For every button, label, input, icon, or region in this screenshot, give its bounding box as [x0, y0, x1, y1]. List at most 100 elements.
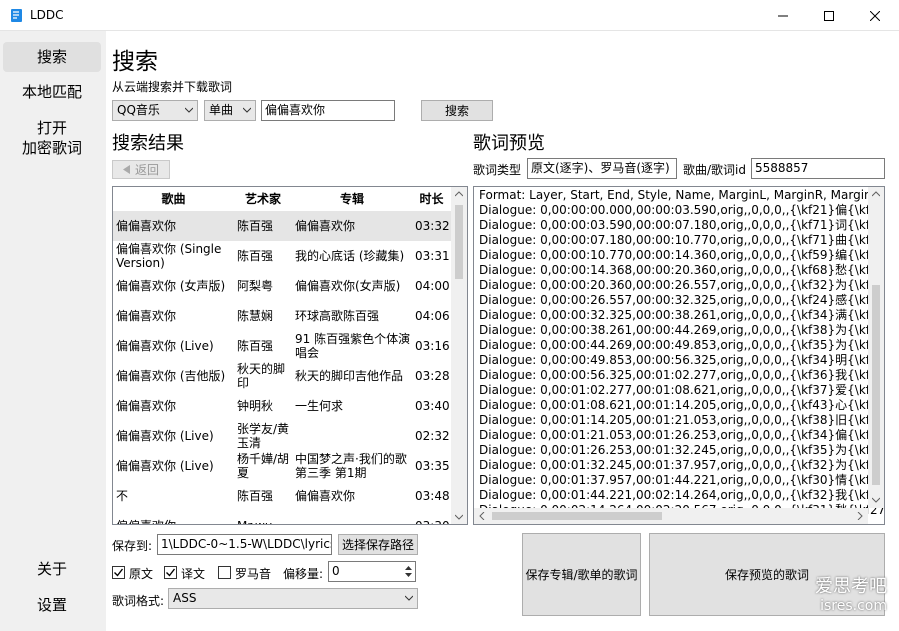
watermark-line1: 爱思考吧	[815, 576, 887, 597]
type-select[interactable]: 单曲	[204, 100, 256, 121]
lyric-type-label: 歌词类型	[473, 163, 522, 177]
sidebar-item-about[interactable]: 关于	[3, 559, 101, 581]
save-path-input[interactable]: 1\LDDC-0~1.5-W\LDDC\lyrics	[157, 534, 332, 555]
results-scroll-thumb[interactable]	[455, 205, 463, 279]
sidebar-item-encrypted-label: 加密歌词	[21, 139, 82, 157]
source-select[interactable]: QQ音乐	[112, 100, 198, 121]
translation-checkbox-label: 译文	[181, 567, 206, 581]
lyric-line: Dialogue: 0,00:01:32.245,00:01:37.957,or…	[479, 458, 885, 472]
original-checkbox[interactable]	[112, 566, 125, 579]
lyric-line: Dialogue: 0,00:01:02.277,00:01:08.621,or…	[479, 383, 885, 397]
table-row[interactable]: 偏偏喜欢你 (Live) 陈百强 91 陈百强紫色个体演唱会 03:16	[113, 331, 451, 361]
table-row[interactable]: 偏偏喜欢你 陈慧娴 环球高歌陈百强 04:06	[113, 301, 451, 331]
table-row[interactable]: 偏偏喜欢你 (吉他版) 秋天的脚印 秋天的脚印吉他作品 03:28	[113, 361, 451, 391]
minimize-icon	[778, 15, 788, 16]
cell-album: 偏偏喜欢你(女声版)	[295, 279, 401, 293]
sidebar-item-open-encrypted[interactable]: 打开 加密歌词	[3, 118, 101, 162]
column-header-album[interactable]: 专辑	[292, 187, 413, 212]
romaji-checkbox[interactable]	[218, 566, 231, 579]
cell-song: 偏偏喜欢你 (Live)	[116, 339, 214, 353]
table-row[interactable]: 偏偏喜欢你 (女声版) 阿梨粤 偏偏喜欢你(女声版) 04:00	[113, 271, 451, 301]
minimize-button[interactable]	[760, 0, 806, 31]
choose-save-path-button[interactable]: 选择保存路径	[338, 534, 418, 555]
lyric-line: Dialogue: 0,00:00:10.770,00:00:14.360,or…	[479, 248, 885, 262]
back-button[interactable]: 返回	[112, 160, 170, 179]
page-title: 搜索	[112, 49, 158, 75]
lyric-vscrollbar[interactable]	[868, 187, 884, 508]
sidebar-item-search[interactable]: 搜索	[3, 42, 101, 72]
cell-album: 一生何求	[295, 399, 344, 413]
save-album-lyrics-button[interactable]: 保存专辑/歌单的歌词	[522, 533, 641, 616]
maximize-button[interactable]	[806, 0, 852, 31]
lyric-vscroll-thumb[interactable]	[872, 285, 880, 485]
results-scrollbar[interactable]	[451, 187, 467, 524]
lyric-line: Dialogue: 0,00:00:03.590,00:00:07.180,or…	[479, 218, 885, 232]
watermark-line2: isres.com	[820, 598, 887, 614]
cell-artist: 阿梨粤	[237, 279, 274, 293]
offset-spinbox[interactable]: 0	[328, 561, 416, 582]
cell-duration: 04:00	[415, 279, 450, 293]
table-row[interactable]: 偏偏喜欢你Mr.wu 03:30	[113, 511, 451, 524]
cell-song: 偏偏喜欢你	[116, 309, 177, 323]
scroll-up-icon[interactable]	[455, 191, 463, 197]
lyric-line: Dialogue: 0,00:00:20.360,00:00:26.557,or…	[479, 278, 885, 292]
scroll-down-icon[interactable]	[455, 514, 463, 520]
table-row[interactable]: 偏偏喜欢你 (Live) 张学友/黄玉清 02:32	[113, 421, 451, 451]
cell-artist: 陈百强	[237, 219, 274, 233]
search-button[interactable]: 搜索	[421, 100, 493, 121]
scroll-left-icon[interactable]	[479, 512, 485, 520]
lyric-type-field: 原文(逐字)、罗马音(逐字)	[527, 158, 677, 179]
song-id-field[interactable]: 5588857	[751, 158, 885, 179]
lyric-line: Dialogue: 0,00:00:14.368,00:00:20.360,or…	[479, 263, 885, 277]
cell-song: 偏偏喜欢你 (Live)	[116, 459, 214, 473]
column-header-song[interactable]: 歌曲	[113, 187, 235, 212]
cell-artist: 杨千嬅/胡夏	[237, 452, 290, 480]
close-icon	[870, 10, 880, 21]
cell-song: 偏偏喜欢你 (Live)	[116, 429, 214, 443]
cell-duration: 03:32	[415, 219, 450, 233]
scroll-up-icon[interactable]	[872, 191, 880, 197]
table-row[interactable]: 偏偏喜欢你 (Live) 杨千嬅/胡夏 中国梦之声·我们的歌 第三季 第1期 03:3…	[113, 451, 451, 481]
close-button[interactable]	[852, 0, 898, 31]
checkmark-icon	[114, 568, 124, 577]
format-select[interactable]: ASS	[168, 588, 418, 609]
lyric-hscrollbar[interactable]	[474, 508, 868, 524]
column-header-duration[interactable]: 时长	[412, 187, 452, 212]
cell-song: 偏偏喜欢你 (女声版)	[116, 279, 226, 293]
table-row[interactable]: 偏偏喜欢你 (Single Version) 陈百强 我的心底话 (珍藏集) 03:3…	[113, 241, 451, 271]
watermark: 爱思考吧 isres.com	[815, 572, 887, 614]
cell-artist: Mr.wu	[237, 511, 292, 524]
lyric-line: Dialogue: 0,00:00:26.557,00:00:32.325,or…	[479, 293, 885, 307]
translation-checkbox[interactable]	[164, 566, 177, 579]
results-table[interactable]: 歌曲 艺术家 专辑 时长 偏偏喜欢你 陈百强 偏偏喜欢你 03:32 偏偏喜欢你 (Si…	[112, 186, 468, 525]
cell-song: 偏偏喜欢你	[116, 219, 177, 233]
table-row[interactable]: 偏偏喜欢你 陈百强 偏偏喜欢你 03:32	[113, 211, 451, 241]
cell-artist: 陈慧娴	[237, 309, 274, 323]
window-title: LDDC	[30, 8, 64, 22]
cell-song: 不	[116, 489, 129, 503]
table-row[interactable]: 不 陈百强 偏偏喜欢你 03:48	[113, 481, 451, 511]
sidebar-item-open-label: 打开	[36, 119, 67, 137]
lyric-hscroll-thumb[interactable]	[492, 512, 662, 520]
cell-song: 偏偏喜欢你	[116, 511, 234, 524]
lyric-line: Dialogue: 0,00:01:37.957,00:01:44.221,or…	[479, 473, 885, 487]
column-header-artist[interactable]: 艺术家	[234, 187, 293, 212]
table-row[interactable]: 偏偏喜欢你 钟明秋 一生何求 03:40	[113, 391, 451, 421]
maximize-icon	[824, 10, 834, 21]
preview-title: 歌词预览	[473, 133, 545, 154]
search-input[interactable]: 偏偏喜欢你	[261, 100, 395, 121]
cell-artist: 张学友/黄玉清	[237, 422, 290, 450]
lyric-preview-area[interactable]: Format: Layer, Start, End, Style, Name, …	[473, 186, 885, 525]
cell-album: 偏偏喜欢你	[295, 489, 356, 503]
format-label: 歌词格式:	[112, 594, 165, 608]
scroll-right-icon[interactable]	[857, 512, 863, 520]
app-icon	[11, 9, 22, 22]
spin-arrows-icon[interactable]	[404, 564, 413, 579]
sidebar-item-local-match[interactable]: 本地匹配	[3, 82, 101, 104]
sidebar-item-settings[interactable]: 设置	[3, 595, 101, 617]
cell-duration: 03:16	[415, 339, 450, 353]
lyric-line: Dialogue: 0,00:00:49.853,00:00:56.325,or…	[479, 353, 885, 367]
page-subtitle: 从云端搜索并下载歌词	[112, 80, 233, 94]
scroll-down-icon[interactable]	[872, 497, 880, 503]
cell-song: 偏偏喜欢你	[116, 399, 177, 413]
